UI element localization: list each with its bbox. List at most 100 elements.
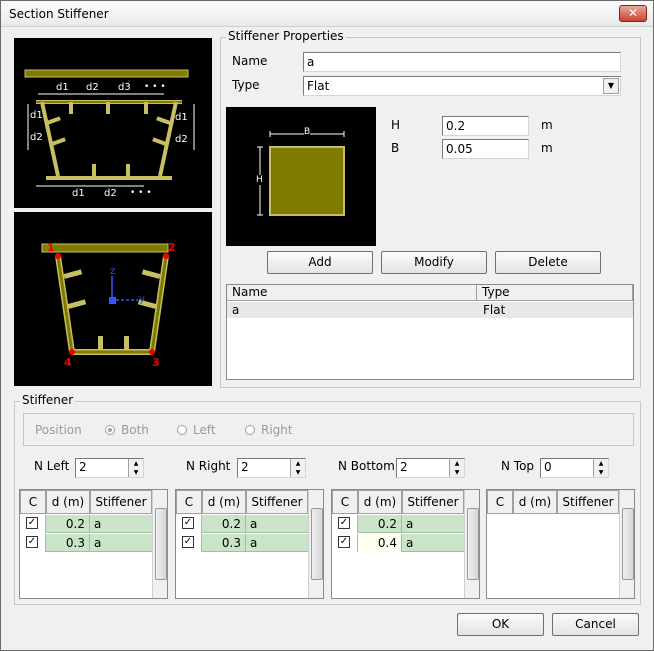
chevron-down-icon[interactable]: ▼ bbox=[603, 78, 619, 94]
right-d2-label: d2 bbox=[175, 134, 188, 145]
b-input[interactable]: 0.05 bbox=[442, 139, 529, 159]
name-input[interactable]: a bbox=[303, 52, 621, 72]
modify-button[interactable]: Modify bbox=[381, 251, 487, 274]
grid-header-c[interactable]: C bbox=[176, 490, 202, 514]
d1-label: d1 bbox=[56, 82, 69, 93]
table-row[interactable]: ✓ 0.2 a bbox=[20, 515, 152, 533]
table-row[interactable]: ✓ 0.3 a bbox=[20, 534, 152, 552]
row-checkbox[interactable]: ✓ bbox=[338, 517, 350, 529]
right-stiffener-grid[interactable]: C d (m) Stiffener ✓ 0.2 a ✓ 0.3 a bbox=[175, 489, 324, 599]
top-grid-scrollbar[interactable] bbox=[619, 490, 634, 598]
cancel-button[interactable]: Cancel bbox=[552, 613, 639, 636]
n-top-label: N Top bbox=[501, 459, 535, 473]
type-select-value: Flat bbox=[307, 79, 330, 93]
row-stiffener-value[interactable]: a bbox=[90, 534, 152, 552]
position-right-radio[interactable] bbox=[245, 425, 255, 435]
type-select[interactable]: Flat ▼ bbox=[303, 76, 621, 96]
list-item[interactable]: a Flat bbox=[227, 302, 633, 318]
n-right-spinner[interactable]: ▲ ▼ bbox=[290, 459, 305, 477]
stiffener-list[interactable]: Name Type a Flat bbox=[226, 284, 634, 380]
row-d-value[interactable]: 0.2 bbox=[358, 515, 402, 533]
row-d-value[interactable]: 0.3 bbox=[46, 534, 90, 552]
left-stiffener-grid[interactable]: C d (m) Stiffener ✓ 0.2 a ✓ 0.3 a bbox=[19, 489, 168, 599]
section-preview-drawing bbox=[257, 131, 345, 216]
b-unit: m bbox=[541, 141, 553, 155]
bottom-stiffener-grid[interactable]: C d (m) Stiffener ✓ 0.2 a ✓ 0.4 a bbox=[331, 489, 480, 599]
scrollbar-thumb[interactable] bbox=[622, 508, 634, 580]
position-both-label: Both bbox=[121, 423, 149, 437]
row-checkbox[interactable]: ✓ bbox=[26, 517, 38, 529]
row-stiffener-value[interactable]: a bbox=[402, 534, 464, 552]
grid-header-stiffener[interactable]: Stiffener bbox=[246, 490, 308, 514]
grid-header-stiffener[interactable]: Stiffener bbox=[557, 490, 619, 514]
add-button[interactable]: Add bbox=[267, 251, 373, 274]
close-button[interactable]: ✕ bbox=[619, 5, 647, 22]
section-points-drawing bbox=[41, 243, 169, 355]
n-top-input[interactable]: 0 ▲ ▼ bbox=[540, 458, 609, 478]
row-stiffener-value[interactable]: a bbox=[246, 534, 308, 552]
section-stiffener-dialog: Section Stiffener ✕ d1 d2 d3 • • • d1 d2… bbox=[0, 0, 654, 651]
list-item-type: Flat bbox=[483, 303, 506, 317]
position-left-label: Left bbox=[193, 423, 216, 437]
n-left-input[interactable]: 2 ▲ ▼ bbox=[75, 458, 144, 478]
title-bar[interactable]: Section Stiffener ✕ bbox=[1, 1, 653, 27]
row-stiffener-value[interactable]: a bbox=[90, 515, 152, 533]
grid-header-d[interactable]: d (m) bbox=[46, 490, 90, 514]
point-3-label: 3 bbox=[152, 356, 160, 369]
list-header-name[interactable]: Name bbox=[227, 285, 477, 301]
row-checkbox[interactable]: ✓ bbox=[26, 536, 38, 548]
n-left-value: 2 bbox=[79, 460, 87, 474]
grid-header-stiffener[interactable]: Stiffener bbox=[90, 490, 152, 514]
grid-header-d[interactable]: d (m) bbox=[202, 490, 246, 514]
n-bottom-spinner[interactable]: ▲ ▼ bbox=[449, 459, 464, 477]
grid-header-c[interactable]: C bbox=[332, 490, 358, 514]
bottom-grid-scrollbar[interactable] bbox=[464, 490, 479, 598]
table-row[interactable]: ✓ 0.4 a bbox=[332, 534, 464, 552]
n-left-label: N Left bbox=[34, 459, 70, 473]
row-checkbox[interactable]: ✓ bbox=[182, 536, 194, 548]
point-1-label: 1 bbox=[47, 241, 55, 254]
row-stiffener-value[interactable]: a bbox=[246, 515, 308, 533]
row-checkbox[interactable]: ✓ bbox=[182, 517, 194, 529]
row-d-value[interactable]: 0.2 bbox=[46, 515, 90, 533]
row-d-value[interactable]: 0.4 bbox=[358, 534, 402, 552]
point-2-label: 2 bbox=[168, 241, 176, 254]
n-left-spinner[interactable]: ▲ ▼ bbox=[128, 459, 143, 477]
grid-header-d[interactable]: d (m) bbox=[513, 490, 557, 514]
h-input[interactable]: 0.2 bbox=[442, 116, 529, 136]
b-label: B bbox=[391, 141, 400, 155]
scrollbar-thumb[interactable] bbox=[467, 508, 479, 580]
n-bottom-input[interactable]: 2 ▲ ▼ bbox=[396, 458, 465, 478]
grid-header-d[interactable]: d (m) bbox=[358, 490, 402, 514]
list-header-type[interactable]: Type bbox=[477, 285, 633, 301]
grid-header-c[interactable]: C bbox=[20, 490, 46, 514]
left-grid-scrollbar[interactable] bbox=[152, 490, 167, 598]
name-label: Name bbox=[232, 54, 268, 68]
table-row[interactable]: ✓ 0.2 a bbox=[176, 515, 308, 533]
grid-header-stiffener[interactable]: Stiffener bbox=[402, 490, 464, 514]
list-item-name: a bbox=[232, 303, 240, 317]
table-row[interactable]: ✓ 0.3 a bbox=[176, 534, 308, 552]
type-label: Type bbox=[232, 78, 260, 92]
row-d-value[interactable]: 0.3 bbox=[202, 534, 246, 552]
preview-b-label: B bbox=[304, 127, 311, 137]
top-stiffener-grid[interactable]: C d (m) Stiffener bbox=[486, 489, 635, 599]
row-checkbox[interactable]: ✓ bbox=[338, 536, 350, 548]
position-left-radio[interactable] bbox=[177, 425, 187, 435]
row-d-value[interactable]: 0.2 bbox=[202, 515, 246, 533]
table-row[interactable]: ✓ 0.2 a bbox=[332, 515, 464, 533]
bottom-d2-label: d2 bbox=[104, 188, 117, 199]
grid-header-c[interactable]: C bbox=[487, 490, 513, 514]
z-axis-label: z bbox=[110, 266, 116, 277]
ok-button[interactable]: OK bbox=[457, 613, 544, 636]
section-points-diagram: 1 2 3 4 z y bbox=[14, 212, 212, 386]
window-title: Section Stiffener bbox=[9, 7, 109, 21]
delete-button[interactable]: Delete bbox=[495, 251, 601, 274]
n-right-input[interactable]: 2 ▲ ▼ bbox=[237, 458, 306, 478]
row-stiffener-value[interactable]: a bbox=[402, 515, 464, 533]
n-top-spinner[interactable]: ▲ ▼ bbox=[593, 459, 608, 477]
right-grid-scrollbar[interactable] bbox=[308, 490, 323, 598]
scrollbar-thumb[interactable] bbox=[311, 508, 323, 580]
position-both-radio[interactable] bbox=[105, 425, 115, 435]
scrollbar-thumb[interactable] bbox=[155, 508, 167, 580]
